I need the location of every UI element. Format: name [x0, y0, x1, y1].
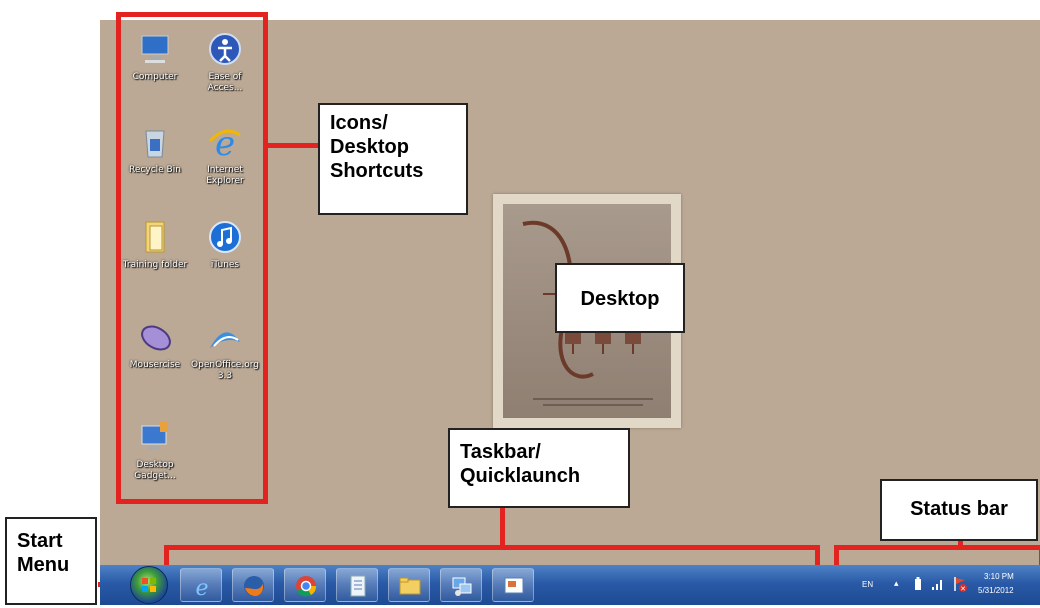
network-icon: [452, 577, 472, 596]
clock-date[interactable]: 5/31/2012: [978, 586, 1014, 595]
status-bar-connector: [958, 540, 963, 548]
language-indicator[interactable]: EN: [862, 580, 873, 589]
show-hidden-icons-arrow-icon[interactable]: ▴: [894, 578, 899, 589]
internet-explorer-icon: e: [195, 576, 208, 598]
document-icon: [350, 575, 366, 597]
firefox-icon: [244, 576, 264, 596]
taskbar-chrome[interactable]: [284, 568, 326, 602]
windows-logo-icon: [142, 578, 156, 592]
chrome-icon: [296, 576, 317, 597]
taskbar-internet-explorer[interactable]: e: [180, 568, 222, 602]
callout-status-bar: Status bar: [880, 479, 1038, 541]
callout-desktop: Desktop: [555, 263, 685, 333]
callout-icons: Icons/ Desktop Shortcuts: [318, 103, 468, 215]
signal-strength-icon[interactable]: [932, 578, 944, 590]
taskbar-presentation[interactable]: [492, 568, 534, 602]
taskbar-firefox[interactable]: [232, 568, 274, 602]
callout-start-menu: Start Menu: [5, 517, 97, 605]
icons-connector: [268, 143, 318, 148]
svg-text:e: e: [195, 576, 208, 598]
presentation-icon: [504, 577, 524, 594]
icons-highlight-box: [116, 12, 268, 504]
start-button[interactable]: [130, 566, 168, 604]
battery-icon[interactable]: [914, 577, 922, 591]
callout-taskbar: Taskbar/ Quicklaunch: [448, 428, 630, 508]
action-center-flag-icon[interactable]: ✕: [952, 575, 968, 593]
clock-time[interactable]: 3:10 PM: [984, 572, 1014, 581]
taskbar-file-explorer[interactable]: [388, 568, 430, 602]
file-explorer-icon: [399, 577, 421, 595]
taskbar-document[interactable]: [336, 568, 378, 602]
taskbar-network[interactable]: [440, 568, 482, 602]
taskbar-connector: [500, 505, 505, 547]
svg-text:✕: ✕: [960, 586, 966, 593]
